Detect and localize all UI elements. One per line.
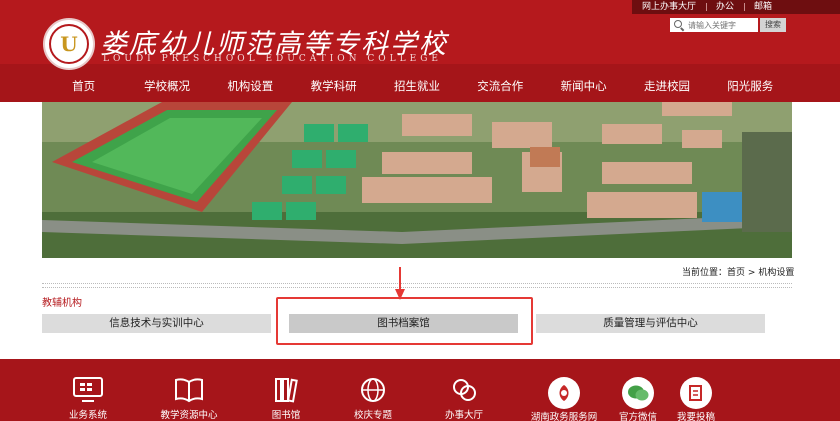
nav-school-overview[interactable]: 学校概况 <box>125 73 208 100</box>
pointer-arrow-icon <box>395 267 405 300</box>
campus-banner-image <box>42 102 792 258</box>
link-mailbox[interactable]: 邮箱 <box>744 0 782 14</box>
books-icon <box>275 378 298 403</box>
footer-label: 校庆专题 <box>353 410 392 421</box>
school-logo[interactable]: U <box>43 18 95 70</box>
tab-quality-assessment-center[interactable]: 质量管理与评估中心 <box>536 314 765 333</box>
footer-item-hunan-gov-service[interactable]: 湖南政务服务网 <box>524 359 604 421</box>
footer-item-service-hall[interactable]: 办事大厅 <box>424 359 504 421</box>
nav-sunshine-service[interactable]: 阳光服务 <box>709 73 792 100</box>
search-box <box>670 18 758 32</box>
breadcrumb-separator: > <box>747 268 756 278</box>
footer-label: 业务系统 <box>68 410 107 421</box>
footer-item-anniversary[interactable]: 校庆专题 <box>333 359 413 421</box>
wechat-icon <box>622 377 654 409</box>
nav-home[interactable]: 首页 <box>42 73 125 100</box>
footer-label: 教学资源中心 <box>160 410 218 421</box>
top-links-bar: 网上办事大厅 办公 邮箱 <box>632 0 840 14</box>
footer-label: 我要投稿 <box>676 412 715 421</box>
nav-campus[interactable]: 走进校园 <box>625 73 708 100</box>
footer-label: 湖南政务服务网 <box>530 412 598 421</box>
footer-item-teaching-resources[interactable]: 教学资源中心 <box>149 359 229 421</box>
breadcrumb-prefix: 当前位置： <box>682 268 728 278</box>
nav-organization[interactable]: 机构设置 <box>209 73 292 100</box>
main-nav: 首页 学校概况 机构设置 教学科研 招生就业 交流合作 新闻中心 走进校园 阳光… <box>42 73 792 100</box>
open-book-icon <box>175 378 203 403</box>
footer-item-business-system[interactable]: 业务系统 <box>48 359 128 421</box>
section-title: 教辅机构 <box>42 298 82 309</box>
nav-news[interactable]: 新闻中心 <box>542 73 625 100</box>
divider <box>42 283 792 288</box>
hunan-gov-logo-icon <box>548 377 580 409</box>
footer-label: 图书馆 <box>271 410 301 421</box>
nav-exchange[interactable]: 交流合作 <box>459 73 542 100</box>
breadcrumb: 当前位置：首页 > 机构设置 <box>682 265 794 278</box>
footer-item-submit-article[interactable]: 我要投稿 <box>656 359 736 421</box>
footer-bar: 业务系统 教学资源中心 图书馆 校庆专题 办事大厅 湖南政务服务网 官方微信 我… <box>0 359 840 421</box>
search-icon <box>673 19 685 31</box>
footer-item-library[interactable]: 图书馆 <box>246 359 326 421</box>
globe-icon <box>361 378 385 402</box>
monitor-icon <box>73 377 103 402</box>
school-name-en: LOUDI PRESCHOOL EDUCATION COLLEGE <box>103 54 442 64</box>
link-online-service-hall[interactable]: 网上办事大厅 <box>632 0 706 14</box>
breadcrumb-home[interactable]: 首页 <box>727 268 745 278</box>
highlight-box <box>276 297 533 345</box>
link-office[interactable]: 办公 <box>706 0 744 14</box>
footer-label: 办事大厅 <box>444 410 483 421</box>
edit-document-icon <box>680 377 712 409</box>
tab-it-training-center[interactable]: 信息技术与实训中心 <box>42 314 271 333</box>
nav-teaching-research[interactable]: 教学科研 <box>292 73 375 100</box>
chat-bubbles-icon <box>453 379 476 401</box>
search-button[interactable]: 搜索 <box>760 18 786 32</box>
nav-admissions[interactable]: 招生就业 <box>375 73 458 100</box>
search-input[interactable] <box>688 19 758 31</box>
breadcrumb-current[interactable]: 机构设置 <box>758 268 794 278</box>
